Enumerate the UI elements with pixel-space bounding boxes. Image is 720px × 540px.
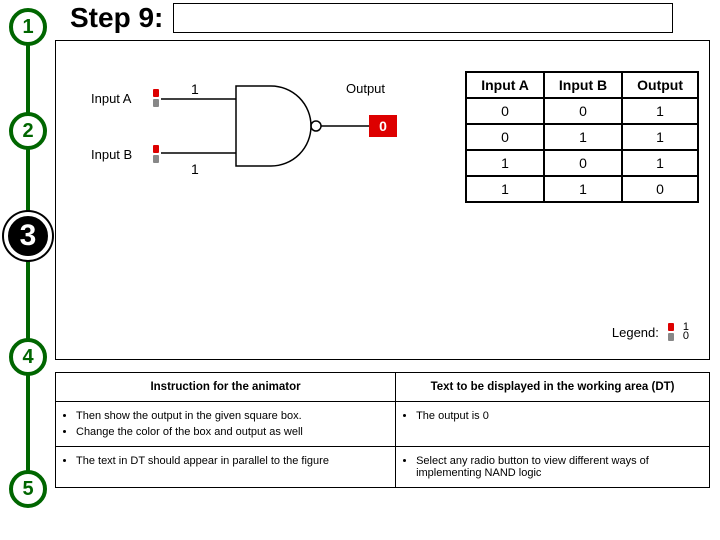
legend-values: 1 0 xyxy=(683,323,689,341)
cell: 0 xyxy=(544,98,622,124)
title-input-box[interactable] xyxy=(173,3,673,33)
step-node-2[interactable]: 2 xyxy=(9,112,47,150)
cell: 1 xyxy=(622,150,698,176)
cell: 0 xyxy=(622,176,698,202)
cell: 0 xyxy=(466,124,544,150)
page-title: Step 9: xyxy=(70,2,163,34)
output-value-box: 0 xyxy=(369,115,397,137)
instr-left-cell-1: Then show the output in the given square… xyxy=(56,402,396,447)
cell: 1 xyxy=(622,124,698,150)
cell: 0 xyxy=(544,150,622,176)
instr-left-header: Instruction for the animator xyxy=(56,373,396,402)
legend-label: Legend: xyxy=(612,325,659,340)
legend: Legend: 1 0 xyxy=(612,323,689,341)
cell: 1 xyxy=(466,176,544,202)
instr-left-cell-2: The text in DT should appear in parallel… xyxy=(56,447,396,488)
legend-bottom: 0 xyxy=(683,332,689,341)
cell: 1 xyxy=(544,176,622,202)
cell: 1 xyxy=(622,98,698,124)
instruction-table: Instruction for the animator Text to be … xyxy=(55,372,710,488)
step-node-3[interactable]: 3 xyxy=(4,212,52,260)
cell: 0 xyxy=(466,98,544,124)
stepper-line xyxy=(26,24,30,504)
truth-table: Input A Input B Output 0 0 1 0 1 1 1 0 1… xyxy=(465,71,699,203)
step-node-1[interactable]: 1 xyxy=(9,8,47,46)
instr-right-cell-2: Select any radio button to view differen… xyxy=(396,447,710,488)
legend-toggle-icon xyxy=(667,323,675,341)
th-input-b: Input B xyxy=(544,72,622,98)
nand-gate-diagram: Input A 1 Input B 1 Output 0 xyxy=(91,81,421,191)
instr-right-cell-1: The output is 0 xyxy=(396,402,710,447)
instr-right-item: Select any radio button to view differen… xyxy=(416,455,701,479)
table-row: 1 0 1 xyxy=(466,150,698,176)
cell: 1 xyxy=(544,124,622,150)
th-input-a: Input A xyxy=(466,72,544,98)
stepper: 1 2 3 4 5 xyxy=(6,4,50,524)
step-node-4[interactable]: 4 xyxy=(9,338,47,376)
table-row: 0 0 1 xyxy=(466,98,698,124)
instr-left-item: Change the color of the box and output a… xyxy=(76,426,387,438)
title-row: Step 9: xyxy=(70,2,673,34)
instr-right-item: The output is 0 xyxy=(416,410,701,422)
step-node-5[interactable]: 5 xyxy=(9,470,47,508)
instr-left-item: Then show the output in the given square… xyxy=(76,410,387,422)
table-row: 0 1 1 xyxy=(466,124,698,150)
table-row: 1 1 0 xyxy=(466,176,698,202)
output-label: Output xyxy=(346,81,385,96)
cell: 1 xyxy=(466,150,544,176)
instr-right-header: Text to be displayed in the working area… xyxy=(396,373,710,402)
working-area: Input A 1 Input B 1 Output 0 Input A Inp… xyxy=(55,40,710,360)
instr-left-item: The text in DT should appear in parallel… xyxy=(76,455,387,467)
th-output: Output xyxy=(622,72,698,98)
